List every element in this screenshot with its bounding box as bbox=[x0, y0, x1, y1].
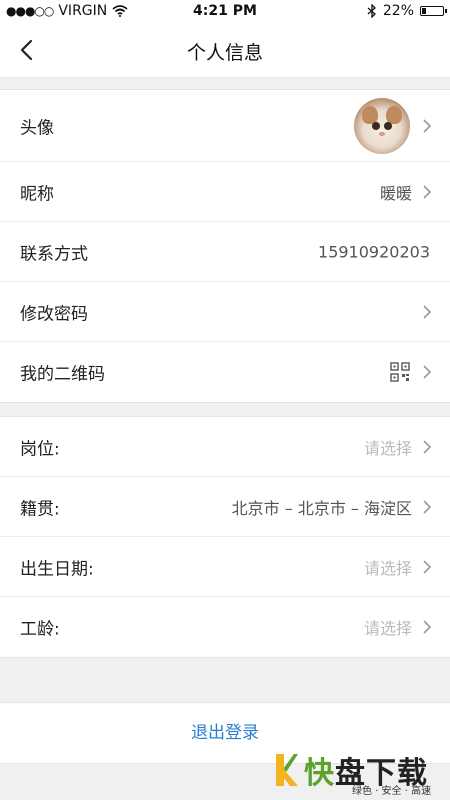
watermark-brand-green: 快 bbox=[304, 756, 335, 791]
qr-code-icon bbox=[390, 362, 410, 382]
bluetooth-icon bbox=[367, 4, 376, 18]
chevron-right-icon bbox=[423, 620, 432, 634]
qrcode-label: 我的二维码 bbox=[20, 364, 105, 385]
avatar bbox=[354, 98, 410, 154]
hometown-label: 籍贯: bbox=[20, 499, 60, 519]
avatar-row[interactable]: 头像 bbox=[0, 90, 450, 162]
battery-percent: 22% bbox=[382, 3, 414, 19]
contact-row: 联系方式 15910920203 bbox=[0, 222, 450, 282]
battery-icon bbox=[420, 6, 447, 16]
contact-value: 15910920203 bbox=[318, 242, 430, 261]
contact-label: 联系方式 bbox=[20, 244, 88, 264]
chevron-right-icon bbox=[423, 304, 432, 319]
hometown-value: 北京市 – 北京市 – 海淀区 bbox=[231, 498, 412, 518]
nickname-label: 昵称 bbox=[20, 184, 54, 204]
birthday-value: 请选择 bbox=[363, 558, 412, 578]
chevron-right-icon bbox=[423, 365, 432, 379]
chevron-right-icon bbox=[423, 184, 432, 199]
position-value: 请选择 bbox=[363, 438, 412, 458]
position-row[interactable]: 岗位: 请选择 bbox=[0, 417, 450, 477]
nickname-value: 暖暖 bbox=[379, 183, 412, 203]
status-bar: ●●●○○ VIRGIN 4:21 PM 22% bbox=[0, 0, 450, 22]
profile-group: 头像 昵称 暖暖 联系方式 15910920203 修改密码 我的二维码 bbox=[0, 89, 450, 403]
watermark-tagline: 绿色 · 安全 · 高速 bbox=[352, 786, 432, 797]
details-group: 岗位: 请选择 籍贯: 北京市 – 北京市 – 海淀区 出生日期: 请选择 工龄… bbox=[0, 416, 450, 658]
watermark: 快盘下载 绿色 · 安全 · 高速 bbox=[272, 748, 442, 797]
seniority-label: 工龄: bbox=[20, 619, 60, 640]
avatar-label: 头像 bbox=[20, 118, 54, 138]
chevron-right-icon bbox=[423, 439, 432, 454]
seniority-row[interactable]: 工龄: 请选择 bbox=[0, 597, 450, 657]
qrcode-row[interactable]: 我的二维码 bbox=[0, 342, 450, 402]
battery-fill bbox=[422, 8, 426, 14]
chevron-right-icon bbox=[423, 118, 432, 133]
page-title: 个人信息 bbox=[186, 42, 263, 64]
hometown-row[interactable]: 籍贯: 北京市 – 北京市 – 海淀区 bbox=[0, 477, 450, 537]
status-right: 22% bbox=[367, 3, 447, 19]
chevron-right-icon bbox=[423, 559, 432, 574]
birthday-row[interactable]: 出生日期: 请选择 bbox=[0, 537, 450, 597]
birthday-label: 出生日期: bbox=[20, 559, 94, 579]
nav-bar: 个人信息 bbox=[0, 22, 450, 78]
change-password-row[interactable]: 修改密码 bbox=[0, 282, 450, 342]
nickname-row[interactable]: 昵称 暖暖 bbox=[0, 162, 450, 222]
watermark-logo-icon bbox=[276, 754, 298, 786]
change-password-label: 修改密码 bbox=[20, 304, 88, 324]
position-label: 岗位: bbox=[20, 439, 60, 459]
chevron-right-icon bbox=[423, 499, 432, 514]
seniority-value: 请选择 bbox=[363, 619, 412, 638]
